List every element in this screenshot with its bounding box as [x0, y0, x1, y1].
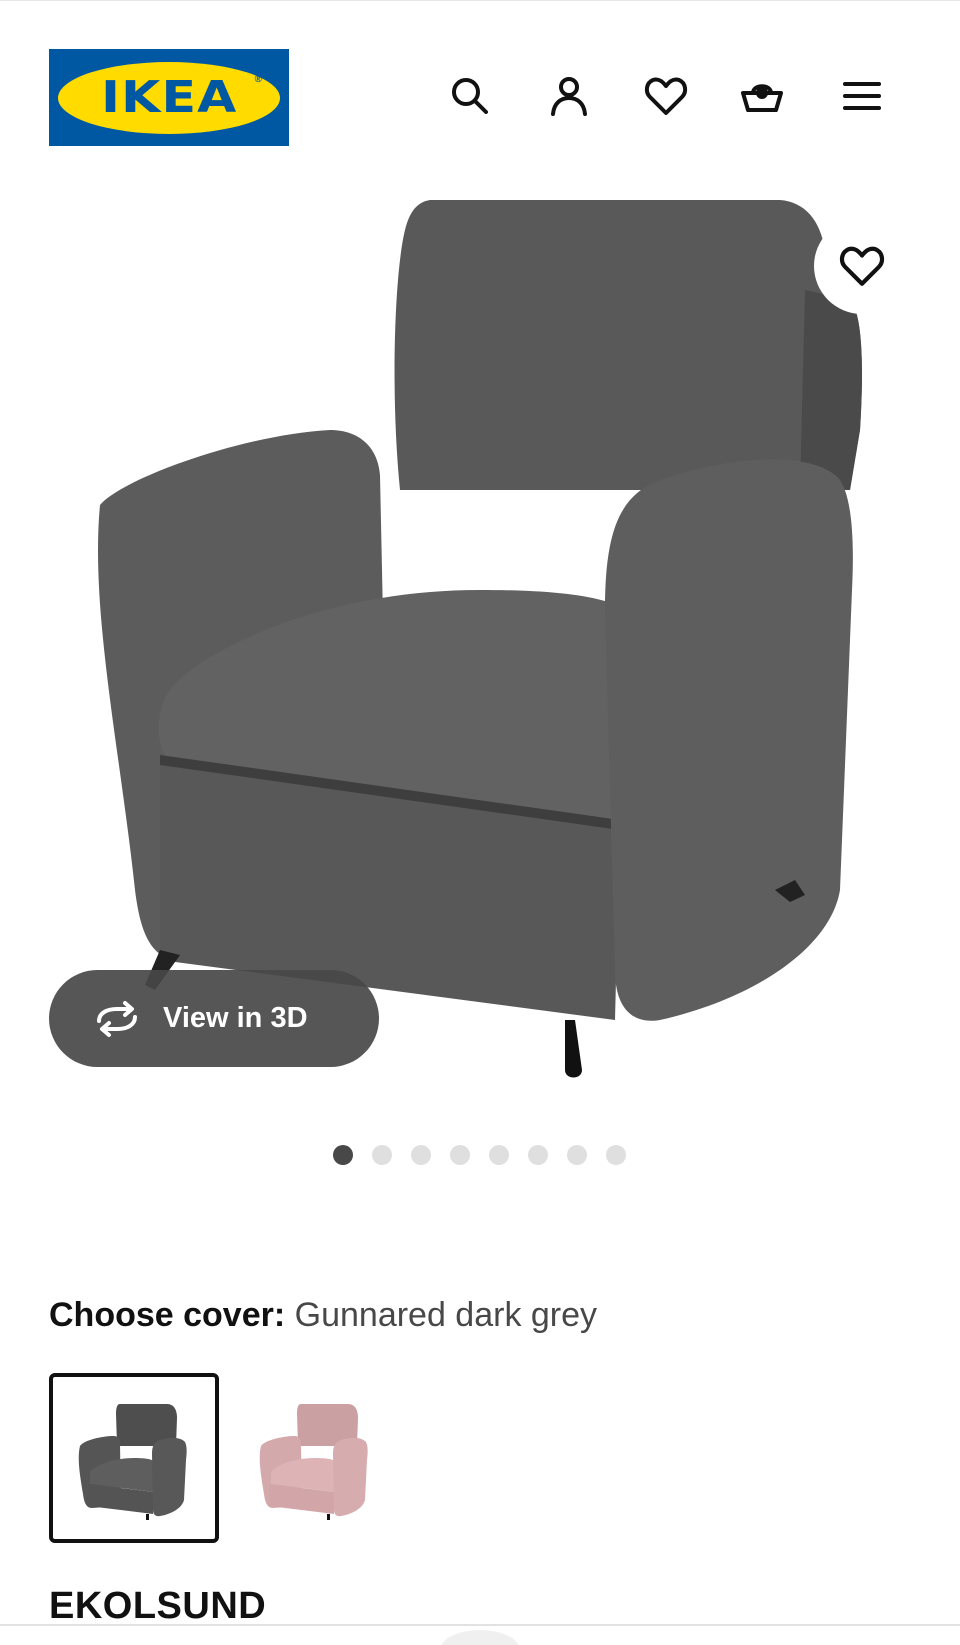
cover-option-pink[interactable]	[230, 1373, 400, 1543]
logo-text: IKEA	[100, 72, 238, 123]
carousel-pagination	[0, 1145, 960, 1167]
carousel-dot[interactable]	[567, 1145, 587, 1165]
carousel-dot[interactable]	[450, 1145, 470, 1165]
armchair-thumbnail-pink	[259, 1403, 368, 1520]
ikea-logo[interactable]: IKEA ®	[49, 49, 289, 146]
view-in-3d-button[interactable]: View in 3D	[49, 970, 379, 1067]
product-image-gallery[interactable]: View in 3D	[0, 190, 960, 1120]
bottom-divider	[0, 1624, 960, 1626]
product-name: EKOLSUND	[49, 1585, 267, 1627]
carousel-dot[interactable]	[411, 1145, 431, 1165]
account-icon[interactable]	[545, 72, 593, 120]
heart-icon	[839, 246, 885, 286]
armchair-thumbnail-dark-grey	[78, 1403, 187, 1520]
shopping-bag-icon[interactable]	[738, 72, 786, 120]
carousel-dot[interactable]	[372, 1145, 392, 1165]
carousel-dot[interactable]	[606, 1145, 626, 1165]
logo-registered-mark: ®	[254, 73, 262, 85]
armchair-image	[98, 200, 862, 1078]
cover-label: Choose cover:	[49, 1296, 286, 1334]
favourites-icon[interactable]	[642, 72, 690, 120]
search-icon[interactable]	[446, 72, 494, 120]
view-in-3d-label: View in 3D	[163, 1002, 308, 1034]
logo-oval: IKEA ®	[58, 61, 280, 134]
cover-selection-label: Choose cover: Gunnared dark grey	[49, 1296, 597, 1335]
carousel-dot[interactable]	[489, 1145, 509, 1165]
scroll-handle[interactable]	[440, 1630, 520, 1645]
cover-option-dark-grey[interactable]	[49, 1373, 219, 1543]
carousel-dot[interactable]	[333, 1145, 353, 1165]
cover-value: Gunnared dark grey	[294, 1296, 598, 1334]
carousel-dot[interactable]	[528, 1145, 548, 1165]
add-to-favourites-button[interactable]	[814, 218, 910, 314]
menu-icon[interactable]	[838, 72, 886, 120]
site-header: IKEA ®	[0, 0, 960, 160]
rotate-3d-icon	[97, 1000, 137, 1037]
